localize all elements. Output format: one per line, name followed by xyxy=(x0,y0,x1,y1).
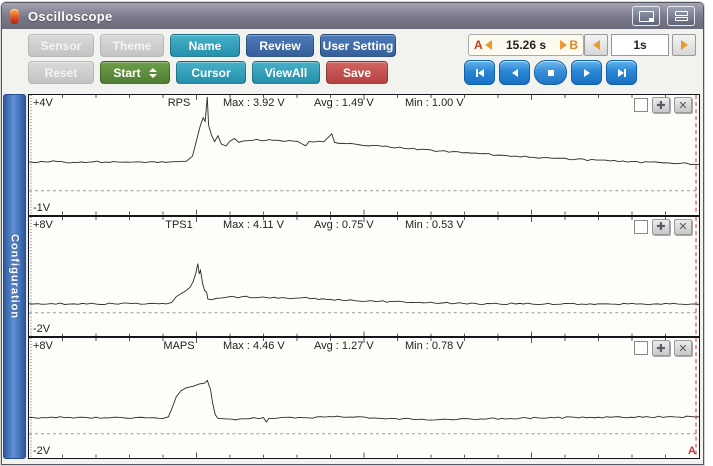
tps1-waveform-plot[interactable] xyxy=(29,217,699,337)
plus-icon: ✚ xyxy=(656,221,665,232)
window-title: Oscilloscope xyxy=(28,9,113,24)
skip-end-icon xyxy=(616,67,628,79)
stop-button[interactable] xyxy=(534,60,567,85)
max-stat: Max : 3.92 V xyxy=(223,97,285,109)
stop-icon xyxy=(545,67,557,79)
cursor-button[interactable]: Cursor xyxy=(176,61,246,84)
rps-waveform-plot[interactable] xyxy=(29,95,699,215)
toolbar-row-1: Sensor Theme Name Review User Setting xyxy=(28,34,396,57)
ab-range-box: A 15.26 s B xyxy=(468,34,584,56)
channel-name: MAPS xyxy=(139,340,219,352)
v-bottom-label: -2V xyxy=(33,323,50,335)
app-icon xyxy=(10,9,19,24)
interval-value: 1s xyxy=(611,34,669,56)
marker-b-arrow-icon[interactable] xyxy=(560,40,567,50)
interval-increase-button[interactable] xyxy=(672,34,696,56)
close-icon: ✕ xyxy=(678,343,687,354)
marker-b-label: B xyxy=(569,38,578,52)
skip-start-button[interactable] xyxy=(464,60,495,85)
channel-panel-tps1: +8V TPS1 Max : 4.11 V Avg : 0.75 V Min :… xyxy=(29,217,699,337)
toolbar: Sensor Theme Name Review User Setting Re… xyxy=(2,29,703,91)
close-channel-button[interactable]: ✕ xyxy=(674,340,692,356)
channel-panels: +4V RPS Max : 3.92 V Avg : 1.49 V Min : … xyxy=(28,94,700,459)
spinner-arrows-icon xyxy=(149,68,157,78)
transport-controls xyxy=(464,60,637,85)
sensor-button[interactable]: Sensor xyxy=(28,34,94,57)
close-icon: ✕ xyxy=(678,221,687,232)
avg-stat: Avg : 0.75 V xyxy=(314,219,374,231)
review-button[interactable]: Review xyxy=(246,34,314,57)
v-top-label: +4V xyxy=(33,97,53,109)
step-back-icon xyxy=(509,67,521,79)
max-stat: Max : 4.46 V xyxy=(223,340,285,352)
ab-time-value: 15.26 s xyxy=(492,38,561,52)
channel-visibility-checkbox[interactable] xyxy=(634,98,648,112)
start-button[interactable]: Start xyxy=(100,61,170,84)
maps-waveform-plot[interactable] xyxy=(29,338,699,458)
marker-a-label: A xyxy=(474,38,483,52)
skip-start-icon xyxy=(474,67,486,79)
save-button[interactable]: Save xyxy=(326,61,388,84)
configuration-tab-label: Configuration xyxy=(9,234,21,319)
interval-stepper: 1s xyxy=(584,34,696,56)
min-stat: Min : 0.53 V xyxy=(405,219,464,231)
right-arrow-icon xyxy=(681,40,688,50)
v-bottom-label: -1V xyxy=(33,202,50,214)
reset-button[interactable]: Reset xyxy=(28,61,94,84)
plus-icon: ✚ xyxy=(656,100,665,111)
v-top-label: +8V xyxy=(33,340,53,352)
oscilloscope-window: Oscilloscope Sensor Theme Name Review Us… xyxy=(1,2,704,465)
skip-end-button[interactable] xyxy=(606,60,637,85)
theme-button[interactable]: Theme xyxy=(100,34,164,57)
close-channel-button[interactable]: ✕ xyxy=(674,219,692,235)
user-setting-button[interactable]: User Setting xyxy=(320,34,396,57)
channel-panel-maps: +8V MAPS Max : 4.46 V Avg : 1.27 V Min :… xyxy=(29,338,699,458)
channel-visibility-checkbox[interactable] xyxy=(634,341,648,355)
marker-a-arrow-icon[interactable] xyxy=(485,40,492,50)
avg-stat: Avg : 1.49 V xyxy=(314,97,374,109)
play-button[interactable] xyxy=(571,60,602,85)
channel-visibility-checkbox[interactable] xyxy=(634,220,648,234)
scope-area: Configuration +4V RPS Max : 3.92 V Avg :… xyxy=(3,94,700,459)
viewall-button[interactable]: ViewAll xyxy=(252,61,320,84)
close-channel-button[interactable]: ✕ xyxy=(674,97,692,113)
expand-channel-button[interactable]: ✚ xyxy=(652,219,670,235)
expand-channel-button[interactable]: ✚ xyxy=(652,97,670,113)
snapshot-icon xyxy=(639,11,654,22)
min-stat: Min : 1.00 V xyxy=(405,97,464,109)
left-arrow-icon xyxy=(593,40,600,50)
avg-stat: Avg : 1.27 V xyxy=(314,340,374,352)
expand-channel-button[interactable]: ✚ xyxy=(652,340,670,356)
min-stat: Min : 0.78 V xyxy=(405,340,464,352)
max-stat: Max : 4.11 V xyxy=(223,219,284,231)
tile-layout-button[interactable] xyxy=(667,6,695,26)
channel-panel-rps: +4V RPS Max : 3.92 V Avg : 1.49 V Min : … xyxy=(29,95,699,215)
v-top-label: +8V xyxy=(33,219,53,231)
tile-layout-icon xyxy=(675,11,688,21)
step-back-button[interactable] xyxy=(499,60,530,85)
start-button-label: Start xyxy=(113,66,140,80)
title-bar: Oscilloscope xyxy=(2,3,703,29)
cursor-a-label[interactable]: A xyxy=(688,445,696,457)
channel-name: TPS1 xyxy=(139,219,219,231)
channel-name: RPS xyxy=(139,97,219,109)
snapshot-window-button[interactable] xyxy=(632,6,660,26)
name-button[interactable]: Name xyxy=(170,34,240,57)
close-icon: ✕ xyxy=(678,100,687,111)
interval-decrease-button[interactable] xyxy=(584,34,608,56)
toolbar-row-2: Reset Start Cursor ViewAll Save xyxy=(28,61,388,84)
play-icon xyxy=(581,67,593,79)
configuration-tab[interactable]: Configuration xyxy=(3,94,26,459)
v-bottom-label: -2V xyxy=(33,445,50,457)
plus-icon: ✚ xyxy=(656,343,665,354)
